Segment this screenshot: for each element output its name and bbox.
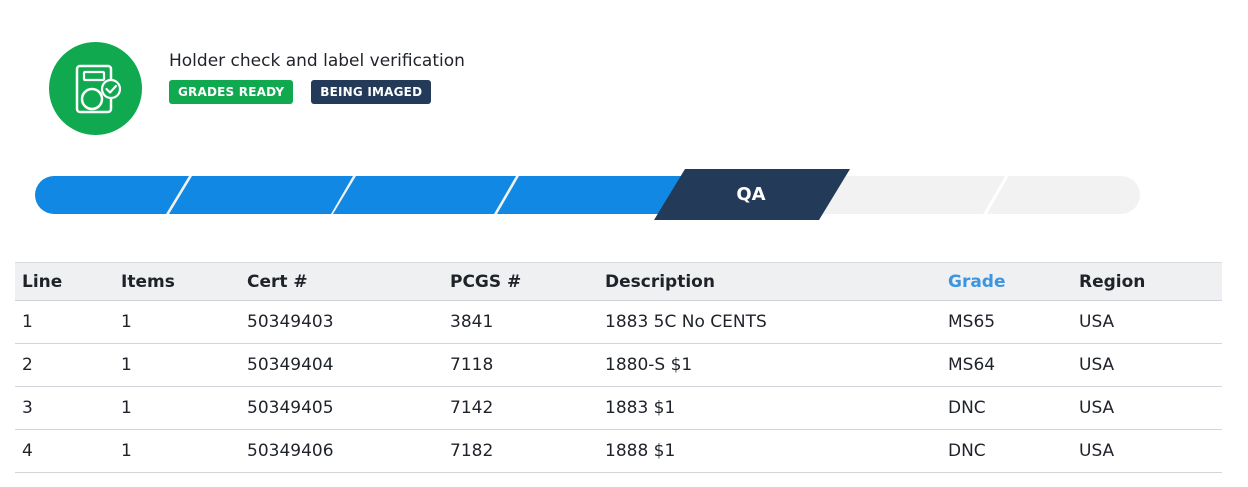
cell-items: 1 — [114, 386, 240, 430]
holder-check-icon — [49, 42, 142, 135]
column-header-items[interactable]: Items — [114, 262, 240, 301]
table-row[interactable]: 4 1 50349406 7182 1888 $1 DNC USA — [15, 429, 1222, 473]
cell-line: 3 — [15, 386, 114, 430]
column-header-grade[interactable]: Grade — [941, 262, 1072, 301]
column-header-pcgs[interactable]: PCGS # — [443, 262, 598, 301]
cell-items: 1 — [114, 343, 240, 387]
tracker-step-2 — [169, 176, 353, 214]
cell-cert: 50349404 — [240, 343, 443, 387]
status-badge-grades-ready: GRADES READY — [169, 80, 294, 104]
cell-description: 1880-S $1 — [598, 343, 941, 387]
progress-tracker — [35, 169, 1145, 225]
cell-cert: 50349406 — [240, 429, 443, 473]
cell-region: USA — [1072, 386, 1222, 430]
cell-grade: MS65 — [941, 300, 1072, 344]
status-badge-being-imaged: BEING IMAGED — [311, 80, 432, 104]
cell-region: USA — [1072, 429, 1222, 473]
column-header-cert[interactable]: Cert # — [240, 262, 443, 301]
cell-items: 1 — [114, 300, 240, 344]
tracker-step-1 — [35, 176, 189, 214]
cell-region: USA — [1072, 343, 1222, 387]
cell-cert: 50349405 — [240, 386, 443, 430]
tracker-step-label: QA — [736, 184, 766, 205]
cell-pcgs: 7142 — [443, 386, 598, 430]
tracker-step-3 — [333, 176, 516, 214]
table-row[interactable]: 3 1 50349405 7142 1883 $1 DNC USA — [15, 386, 1222, 430]
cell-grade: DNC — [941, 386, 1072, 430]
table-row[interactable]: 2 1 50349404 7118 1880-S $1 MS64 USA — [15, 343, 1222, 387]
cell-line: 4 — [15, 429, 114, 473]
table-header-row: Line Items Cert # PCGS # Description Gra… — [15, 262, 1222, 301]
cell-pcgs: 7118 — [443, 343, 598, 387]
page-title: Holder check and label verification — [169, 51, 465, 71]
status-badges: GRADES READY BEING IMAGED — [169, 80, 432, 104]
cell-region: USA — [1072, 300, 1222, 344]
cell-description: 1883 $1 — [598, 386, 941, 430]
cell-description: 1888 $1 — [598, 429, 941, 473]
column-header-line[interactable]: Line — [15, 262, 114, 301]
column-header-region[interactable]: Region — [1072, 262, 1222, 301]
cell-cert: 50349403 — [240, 300, 443, 344]
cell-items: 1 — [114, 429, 240, 473]
certifications-table: Line Items Cert # PCGS # Description Gra… — [15, 262, 1222, 473]
cell-line: 2 — [15, 343, 114, 387]
tracker-step-4 — [497, 176, 681, 214]
cell-pcgs: 7182 — [443, 429, 598, 473]
column-header-description[interactable]: Description — [598, 262, 941, 301]
table-row[interactable]: 1 1 50349403 3841 1883 5C No CENTS MS65 … — [15, 300, 1222, 344]
cell-line: 1 — [15, 300, 114, 344]
cell-grade: DNC — [941, 429, 1072, 473]
cell-description: 1883 5C No CENTS — [598, 300, 941, 344]
cell-pcgs: 3841 — [443, 300, 598, 344]
cell-grade: MS64 — [941, 343, 1072, 387]
